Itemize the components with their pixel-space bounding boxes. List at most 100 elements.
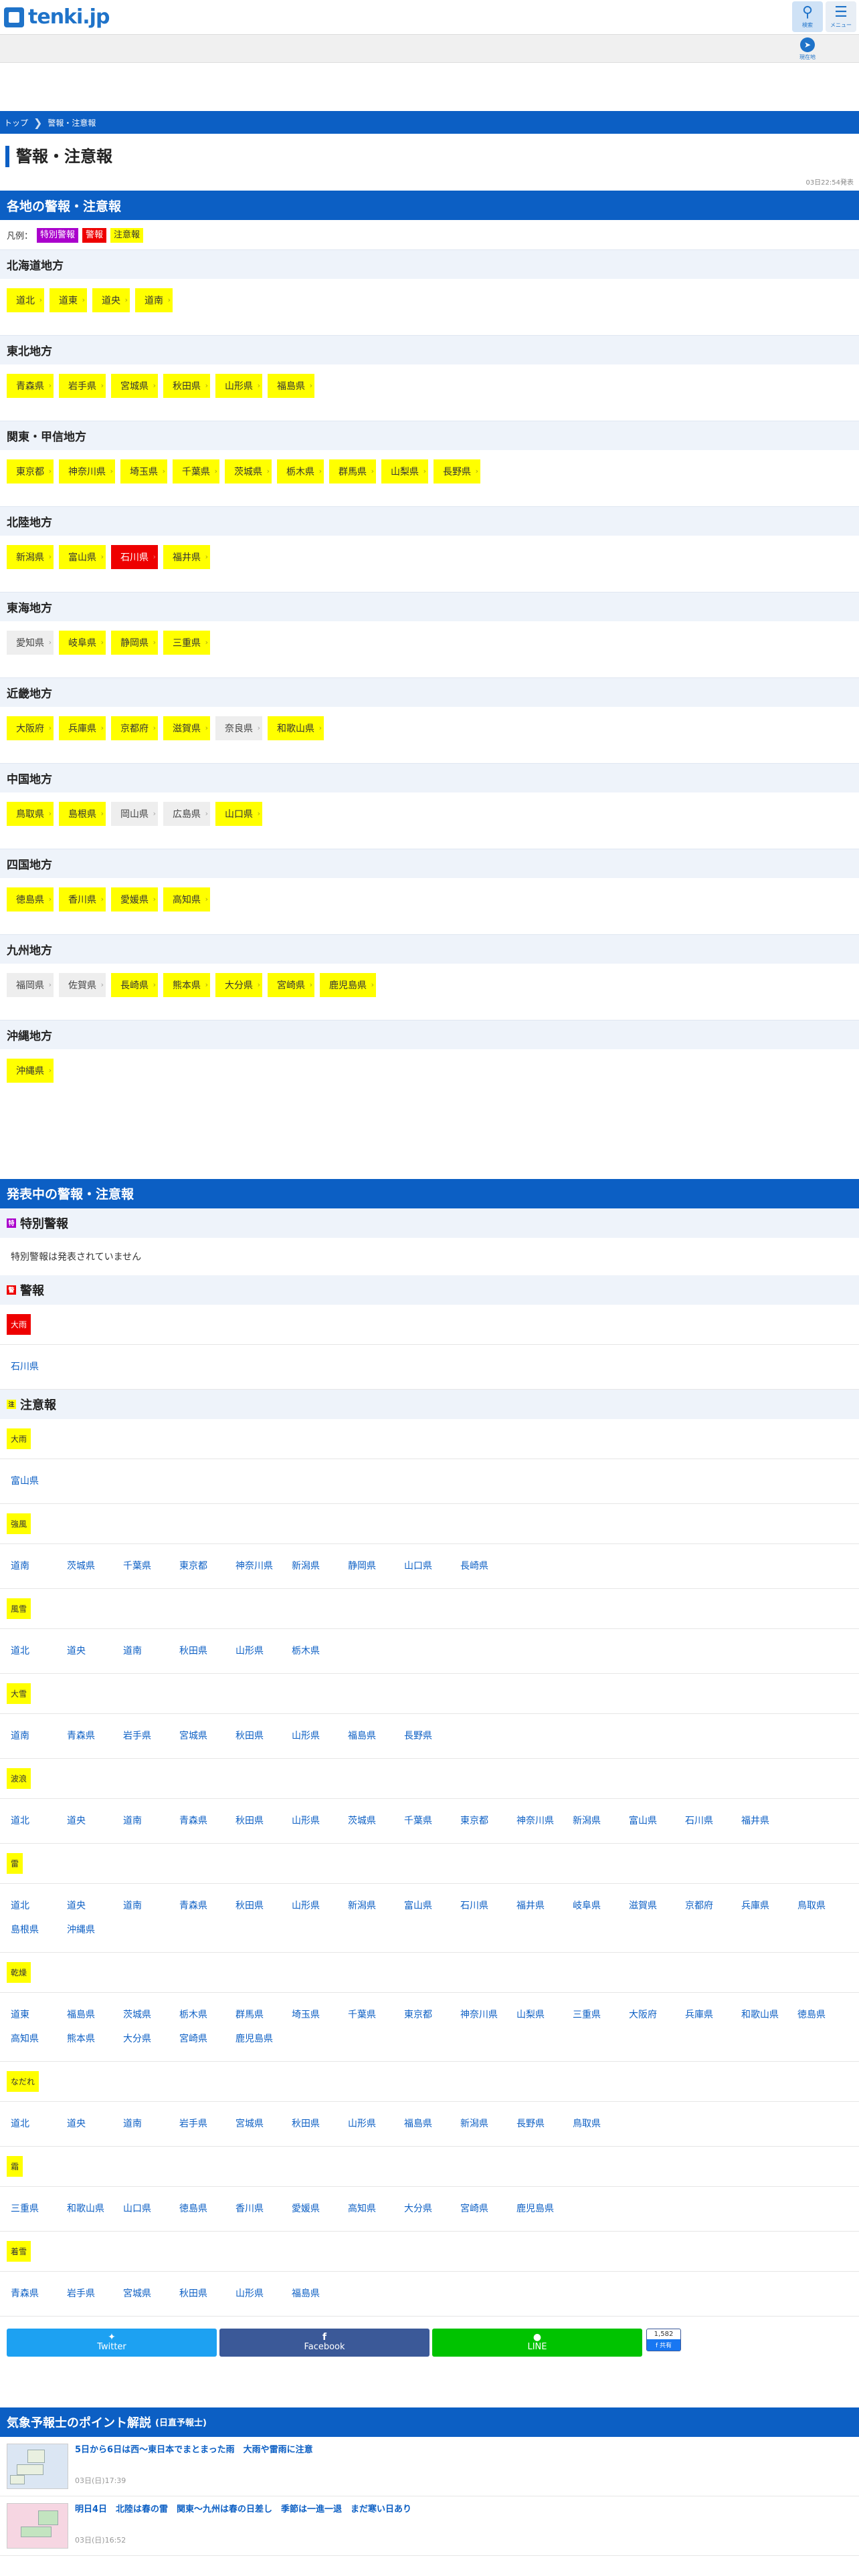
hazard-prefecture-link[interactable]: 道央 <box>60 1638 116 1662</box>
prefecture-button[interactable]: 群馬県 <box>329 459 376 484</box>
hazard-prefecture-link[interactable]: 道南 <box>4 1723 60 1747</box>
prefecture-button[interactable]: 佐賀県 <box>59 972 106 997</box>
hazard-prefecture-link[interactable]: 鹿児島県 <box>229 2026 285 2050</box>
twitter-share-button[interactable]: ✦ Twitter <box>7 2328 217 2357</box>
hazard-prefecture-link[interactable]: 神奈川県 <box>229 1553 285 1578</box>
hazard-prefecture-link[interactable]: 秋田県 <box>229 1893 285 1917</box>
prefecture-button[interactable]: 長崎県 <box>111 972 158 997</box>
hazard-prefecture-link[interactable]: 徳島県 <box>791 2002 847 2026</box>
hazard-prefecture-link[interactable]: 滋賀県 <box>622 1893 678 1917</box>
prefecture-button[interactable]: 鹿児島県 <box>320 972 376 997</box>
article-item[interactable]: 5日から6日は西～東日本でまとまった雨 大雨や雷雨に注意 03日(日)17:39 <box>0 2437 859 2496</box>
prefecture-button[interactable]: 青森県 <box>7 373 54 398</box>
hazard-prefecture-link[interactable]: 青森県 <box>173 1893 229 1917</box>
hazard-prefecture-link[interactable]: 宮城県 <box>229 2111 285 2135</box>
hazard-prefecture-link[interactable]: 秋田県 <box>173 2281 229 2305</box>
hazard-prefecture-link[interactable]: 長野県 <box>510 2111 566 2135</box>
hazard-prefecture-link[interactable]: 大阪府 <box>622 2002 678 2026</box>
hazard-prefecture-link[interactable]: 兵庫県 <box>678 2002 735 2026</box>
hazard-prefecture-link[interactable]: 道東 <box>4 2002 60 2026</box>
hazard-prefecture-link[interactable]: 長崎県 <box>454 1553 510 1578</box>
breadcrumb-top-link[interactable]: トップ <box>4 117 28 128</box>
hazard-prefecture-link[interactable]: 千葉県 <box>341 2002 397 2026</box>
hazard-prefecture-link[interactable]: 道北 <box>4 1893 60 1917</box>
prefecture-button[interactable]: 千葉県 <box>173 459 219 484</box>
hazard-prefecture-link[interactable]: 秋田県 <box>173 1638 229 1662</box>
current-location-button[interactable]: ➤ 現在地 <box>792 36 823 62</box>
hazard-prefecture-link[interactable]: 福井県 <box>735 1808 791 1832</box>
prefecture-button[interactable]: 滋賀県 <box>163 716 210 740</box>
prefecture-button[interactable]: 鳥取県 <box>7 801 54 826</box>
prefecture-button[interactable]: 新潟県 <box>7 544 54 569</box>
hazard-prefecture-link[interactable]: 富山県 <box>397 1893 454 1917</box>
prefecture-button[interactable]: 愛知県 <box>7 630 54 655</box>
hazard-prefecture-link[interactable]: 静岡県 <box>341 1553 397 1578</box>
hazard-prefecture-link[interactable]: 鳥取県 <box>566 2111 622 2135</box>
menu-button[interactable]: ☰ メニュー <box>826 1 856 32</box>
hazard-prefecture-link[interactable]: 埼玉県 <box>285 2002 341 2026</box>
hazard-prefecture-link[interactable]: 高知県 <box>341 2196 397 2220</box>
hazard-prefecture-link[interactable]: 福島県 <box>397 2111 454 2135</box>
hazard-prefecture-link[interactable]: 石川県 <box>4 1354 60 1378</box>
facebook-share-button[interactable]: f Facebook <box>219 2328 430 2357</box>
hazard-prefecture-link[interactable]: 石川県 <box>678 1808 735 1832</box>
hazard-prefecture-link[interactable]: 岩手県 <box>116 1723 173 1747</box>
prefecture-button[interactable]: 福岡県 <box>7 972 54 997</box>
hazard-prefecture-link[interactable]: 新潟県 <box>566 1808 622 1832</box>
hazard-prefecture-link[interactable]: 岐阜県 <box>566 1893 622 1917</box>
prefecture-button[interactable]: 沖縄県 <box>7 1058 54 1083</box>
hazard-prefecture-link[interactable]: 栃木県 <box>285 1638 341 1662</box>
prefecture-button[interactable]: 奈良県 <box>215 716 262 740</box>
hazard-prefecture-link[interactable]: 道南 <box>4 1553 60 1578</box>
hazard-prefecture-link[interactable]: 道北 <box>4 2111 60 2135</box>
hazard-prefecture-link[interactable]: 三重県 <box>566 2002 622 2026</box>
prefecture-button[interactable]: 東京都 <box>7 459 54 484</box>
hazard-prefecture-link[interactable]: 岩手県 <box>173 2111 229 2135</box>
article-title[interactable]: 5日から6日は西～東日本でまとまった雨 大雨や雷雨に注意 <box>75 2444 313 2457</box>
prefecture-button[interactable]: 山梨県 <box>381 459 428 484</box>
prefecture-button[interactable]: 京都府 <box>111 716 158 740</box>
hazard-prefecture-link[interactable]: 道南 <box>116 2111 173 2135</box>
prefecture-button[interactable]: 長野県 <box>434 459 480 484</box>
site-logo[interactable]: tenki.jp <box>4 5 110 29</box>
prefecture-button[interactable]: 秋田県 <box>163 373 210 398</box>
hazard-prefecture-link[interactable]: 道北 <box>4 1808 60 1832</box>
prefecture-button[interactable]: 福島県 <box>268 373 314 398</box>
hazard-prefecture-link[interactable]: 福井県 <box>510 1893 566 1917</box>
prefecture-button[interactable]: 富山県 <box>59 544 106 569</box>
hazard-prefecture-link[interactable]: 福島県 <box>60 2002 116 2026</box>
hazard-prefecture-link[interactable]: 宮城県 <box>116 2281 173 2305</box>
hazard-prefecture-link[interactable]: 大分県 <box>397 2196 454 2220</box>
prefecture-button[interactable]: 宮崎県 <box>268 972 314 997</box>
hazard-prefecture-link[interactable]: 道央 <box>60 2111 116 2135</box>
prefecture-button[interactable]: 徳島県 <box>7 887 54 911</box>
hazard-prefecture-link[interactable]: 青森県 <box>173 1808 229 1832</box>
prefecture-button[interactable]: 静岡県 <box>111 630 158 655</box>
hazard-prefecture-link[interactable]: 宮城県 <box>173 1723 229 1747</box>
hazard-prefecture-link[interactable]: 道北 <box>4 1638 60 1662</box>
hazard-prefecture-link[interactable]: 山形県 <box>229 2281 285 2305</box>
prefecture-button[interactable]: 愛媛県 <box>111 887 158 911</box>
prefecture-button[interactable]: 和歌山県 <box>268 716 324 740</box>
hazard-prefecture-link[interactable]: 熊本県 <box>60 2026 116 2050</box>
prefecture-button[interactable]: 大阪府 <box>7 716 54 740</box>
prefecture-button[interactable]: 道南 <box>135 288 173 312</box>
prefecture-button[interactable]: 栃木県 <box>277 459 324 484</box>
hazard-prefecture-link[interactable]: 三重県 <box>4 2196 60 2220</box>
hazard-prefecture-link[interactable]: 東京都 <box>397 2002 454 2026</box>
article-title[interactable]: 明日4日 北陸は春の雷 関東～九州は春の日差し 季節は一進一退 まだ寒い日あり <box>75 2503 411 2516</box>
prefecture-button[interactable]: 岩手県 <box>59 373 106 398</box>
prefecture-button[interactable]: 岐阜県 <box>59 630 106 655</box>
hazard-prefecture-link[interactable]: 千葉県 <box>397 1808 454 1832</box>
hazard-prefecture-link[interactable]: 京都府 <box>678 1893 735 1917</box>
hazard-prefecture-link[interactable]: 新潟県 <box>285 1553 341 1578</box>
hazard-prefecture-link[interactable]: 富山県 <box>622 1808 678 1832</box>
hazard-prefecture-link[interactable]: 道央 <box>60 1808 116 1832</box>
hazard-prefecture-link[interactable]: 茨城県 <box>116 2002 173 2026</box>
hazard-prefecture-link[interactable]: 岩手県 <box>60 2281 116 2305</box>
prefecture-button[interactable]: 島根県 <box>59 801 106 826</box>
prefecture-button[interactable]: 広島県 <box>163 801 210 826</box>
hazard-prefecture-link[interactable]: 香川県 <box>229 2196 285 2220</box>
hazard-prefecture-link[interactable]: 青森県 <box>4 2281 60 2305</box>
prefecture-button[interactable]: 石川県 <box>111 544 158 569</box>
